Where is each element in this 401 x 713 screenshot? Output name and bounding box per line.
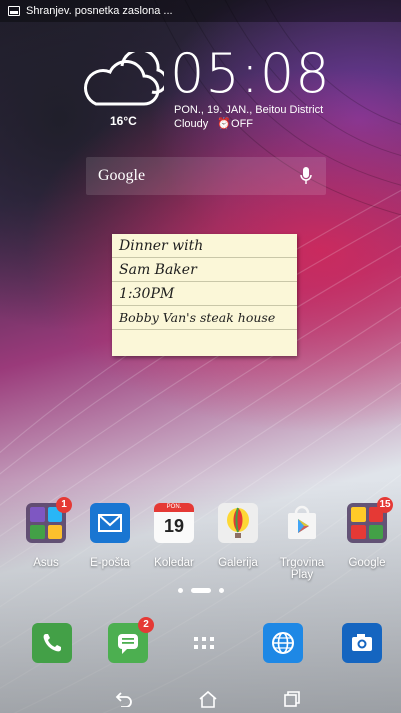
camera-app[interactable] — [342, 623, 382, 663]
app-calendar[interactable]: PON. 19 Koledar — [141, 503, 207, 569]
app-row: 1 Asus E-pošta PON. 19 Koledar Galerija — [0, 497, 401, 581]
play-store-icon — [282, 503, 322, 543]
phone-icon — [43, 634, 61, 652]
weather-condition: Cloudy ⏰OFF — [174, 117, 253, 130]
notification-badge: 15 — [377, 497, 393, 513]
memo-line: Bobby Van's steak house — [112, 306, 297, 330]
notification-text: Shranjev. posnetka zaslona ... — [26, 5, 173, 17]
app-email[interactable]: E-pošta — [77, 503, 143, 569]
status-bar[interactable]: Shranjev. posnetka zaslona ... — [0, 0, 401, 22]
page-dot[interactable] — [218, 588, 224, 593]
globe-icon — [272, 632, 294, 654]
app-label: Koledar — [154, 557, 194, 569]
memo-line: Dinner with — [112, 234, 297, 258]
app-play-store[interactable]: Trgovina Play — [269, 503, 335, 581]
browser-app[interactable] — [263, 623, 303, 663]
memo-widget[interactable]: Dinner with Sam Baker 1:30PM Bobby Van's… — [112, 234, 297, 356]
page-dot-current[interactable] — [190, 588, 211, 593]
messages-app[interactable]: 2 — [108, 617, 154, 663]
app-label: Trgovina Play — [279, 557, 325, 581]
google-label: Google — [98, 167, 146, 184]
app-label: Asus — [33, 557, 59, 569]
notification-badge: 2 — [138, 617, 154, 633]
memo-line: 1:30PM — [112, 282, 297, 306]
app-label: Galerija — [218, 557, 258, 569]
notification-badge: 1 — [56, 497, 72, 513]
app-google-folder[interactable]: 15 Google — [334, 497, 400, 569]
app-asus[interactable]: 1 Asus — [13, 497, 79, 569]
home-button[interactable] — [188, 685, 228, 713]
home-icon — [199, 690, 217, 708]
folder-icon: 15 — [347, 497, 393, 543]
screenshot-icon — [8, 6, 20, 16]
temperature: 16°C — [110, 114, 137, 128]
balloon-icon — [218, 503, 258, 543]
back-icon — [115, 692, 132, 707]
calendar-icon: PON. 19 — [154, 503, 194, 543]
condition-text: Cloudy — [174, 118, 209, 130]
recent-apps-button[interactable] — [272, 685, 312, 713]
alarm-status: OFF — [231, 118, 254, 130]
camera-icon — [352, 634, 372, 651]
navigation-bar — [0, 685, 401, 713]
recents-icon — [284, 691, 300, 707]
app-gallery[interactable]: Galerija — [205, 503, 271, 569]
app-label: Google — [348, 557, 386, 569]
memo-line: Sam Baker — [112, 258, 297, 282]
dock: 2 — [0, 617, 401, 667]
cloud-icon — [84, 52, 164, 106]
calendar-month: PON. — [154, 503, 194, 512]
calendar-day: 19 — [163, 516, 185, 536]
alarm-icon: ⏰ — [217, 118, 232, 130]
microphone-icon[interactable] — [300, 167, 312, 185]
page-dot[interactable] — [177, 588, 183, 593]
google-search-bar[interactable]: Google — [86, 157, 326, 195]
phone-app[interactable] — [32, 623, 72, 663]
all-apps-button[interactable] — [184, 623, 224, 663]
folder-icon: 1 — [26, 497, 72, 543]
date-location: PON., 19. JAN., Beitou District — [174, 104, 324, 116]
envelope-icon — [90, 503, 130, 543]
clock-time[interactable]: 05:08 — [170, 44, 331, 104]
app-label: E-pošta — [90, 557, 130, 569]
page-indicator — [0, 588, 401, 593]
back-button[interactable] — [104, 685, 144, 713]
app-grid-icon — [194, 637, 214, 649]
